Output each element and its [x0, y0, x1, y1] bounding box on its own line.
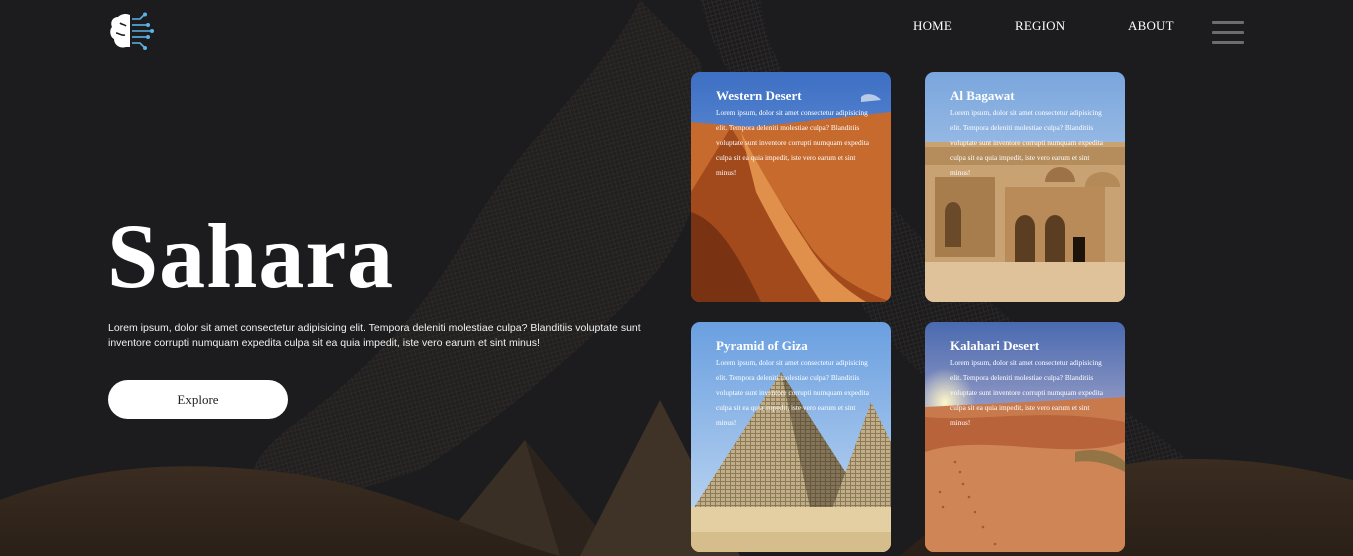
card-text: Lorem ipsum, dolor sit amet consectetur …	[950, 108, 1103, 177]
card-kalahari-desert[interactable]: Kalahari Desert Lorem ipsum, dolor sit a…	[925, 322, 1125, 552]
card-title: Al Bagawat	[950, 88, 1015, 103]
nav-about-link[interactable]: ABOUT	[1128, 18, 1188, 34]
card-al-bagawat[interactable]: Al Bagawat Lorem ipsum, dolor sit amet c…	[925, 72, 1125, 302]
brain-circuit-icon[interactable]	[108, 11, 158, 55]
menu-line	[1212, 31, 1244, 34]
hero-description: Lorem ipsum, dolor sit amet consectetur …	[108, 322, 641, 349]
menu-line	[1212, 41, 1244, 44]
card-text: Lorem ipsum, dolor sit amet consectetur …	[950, 358, 1103, 427]
nav-region-link[interactable]: REGION	[1015, 18, 1085, 34]
explore-button[interactable]: Explore	[108, 380, 288, 419]
card-title: Pyramid of Giza	[716, 338, 808, 353]
card-title: Western Desert	[716, 88, 802, 103]
card-text: Lorem ipsum, dolor sit amet consectetur …	[716, 108, 869, 177]
menu-line	[1212, 21, 1244, 24]
hero-title: Sahara	[107, 205, 395, 307]
card-pyramid-of-giza[interactable]: Pyramid of Giza Lorem ipsum, dolor sit a…	[691, 322, 891, 552]
card-western-desert[interactable]: Western Desert Lorem ipsum, dolor sit am…	[691, 72, 891, 302]
hamburger-menu-icon[interactable]	[1212, 21, 1244, 45]
card-text: Lorem ipsum, dolor sit amet consectetur …	[716, 358, 869, 427]
card-title: Kalahari Desert	[950, 338, 1040, 353]
nav-home-link[interactable]: HOME	[913, 18, 973, 34]
